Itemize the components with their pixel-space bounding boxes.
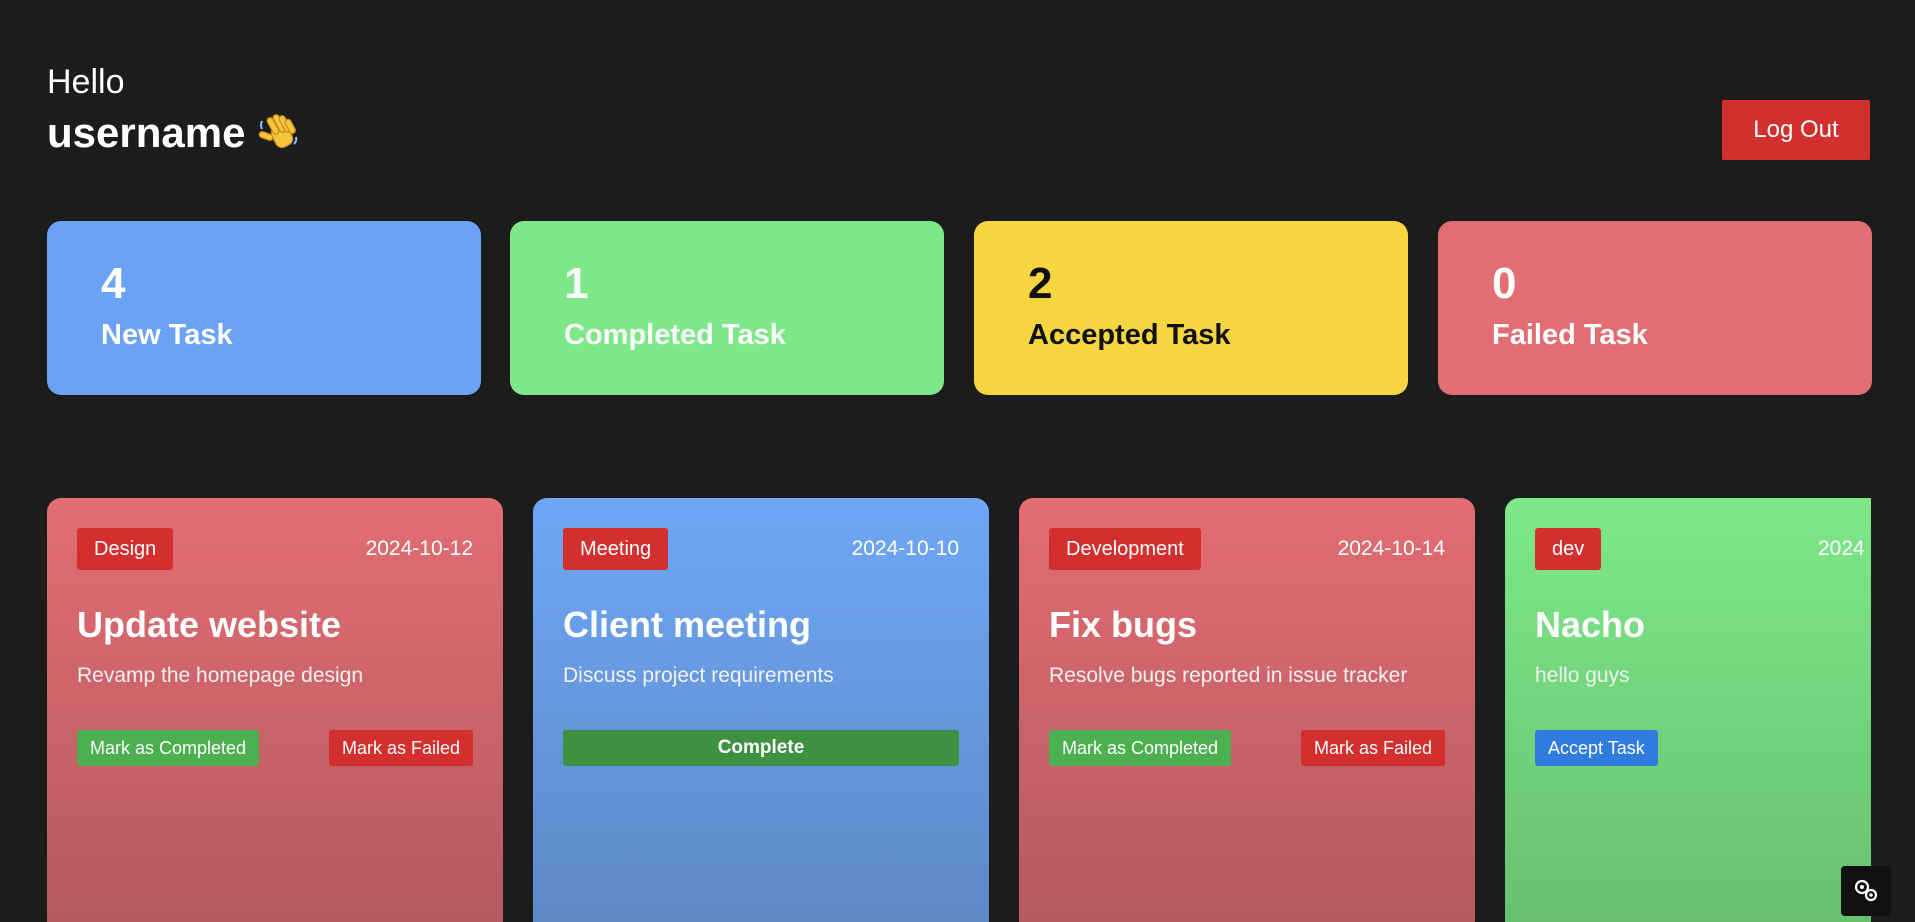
mark-completed-button[interactable]: Mark as Completed (77, 730, 260, 766)
stat-card-accepted-task: 2 Accepted Task (974, 221, 1408, 395)
employee-dashboard: Hello username Log Out 4 New Task 1 Comp… (0, 0, 1915, 922)
task-card-nacho: dev 2024 Nacho hello guys Accept Task (1505, 498, 1871, 922)
task-actions: Complete (563, 730, 959, 766)
task-header: Meeting 2024-10-10 (563, 528, 959, 570)
logout-button[interactable]: Log Out (1722, 100, 1870, 160)
task-card-client-meeting: Meeting 2024-10-10 Client meeting Discus… (533, 498, 989, 922)
task-title: Update website (77, 604, 342, 645)
username-row: username (47, 108, 301, 158)
task-description: Revamp the homepage design (77, 664, 364, 687)
task-title: Nacho (1535, 604, 1646, 645)
stat-label: New Task (101, 319, 233, 351)
stat-count: 1 (564, 259, 589, 308)
username-text: username (47, 109, 246, 156)
task-description: Resolve bugs reported in issue tracker (1049, 664, 1408, 687)
greeting: Hello username (47, 62, 301, 158)
complete-button[interactable]: Complete (563, 730, 959, 766)
category-badge: Design (77, 528, 174, 570)
stat-label: Accepted Task (1028, 319, 1231, 351)
category-badge: dev (1535, 528, 1602, 570)
task-actions: Accept Task (1535, 730, 1871, 766)
stat-label: Failed Task (1492, 319, 1648, 351)
task-header: dev 2024 (1535, 528, 1871, 570)
task-header: Development 2024-10-14 (1049, 528, 1445, 570)
category-badge: Development (1049, 528, 1201, 570)
stat-count: 4 (101, 259, 126, 308)
mark-failed-button[interactable]: Mark as Failed (328, 730, 473, 766)
task-title: Fix bugs (1049, 604, 1198, 645)
task-card-update-website: Design 2024-10-12 Update website Revamp … (47, 498, 503, 922)
task-description: Discuss project requirements (563, 664, 834, 687)
greeting-hello: Hello (47, 63, 125, 101)
stat-card-failed-task: 0 Failed Task (1438, 221, 1872, 395)
task-description: hello guys (1535, 664, 1630, 687)
stat-card-completed-task: 1 Completed Task (510, 221, 944, 395)
stat-card-new-task: 4 New Task (47, 221, 481, 395)
stat-count: 0 (1492, 259, 1517, 308)
waving-hand-icon (257, 111, 301, 155)
task-actions: Mark as Completed Mark as Failed (1049, 730, 1445, 766)
task-date: 2024 (1818, 537, 1865, 560)
mark-failed-button[interactable]: Mark as Failed (1300, 730, 1445, 766)
task-actions: Mark as Completed Mark as Failed (77, 730, 473, 766)
task-list[interactable]: Design 2024-10-12 Update website Revamp … (47, 498, 1871, 922)
task-header: Design 2024-10-12 (77, 528, 473, 570)
channel-watermark-icon (1841, 866, 1891, 916)
mark-completed-button[interactable]: Mark as Completed (1049, 730, 1232, 766)
stat-count: 2 (1028, 259, 1053, 308)
accept-task-button[interactable]: Accept Task (1535, 730, 1658, 766)
task-title: Client meeting (563, 604, 812, 645)
task-date: 2024-10-10 (851, 537, 959, 560)
category-badge: Meeting (563, 528, 669, 570)
stat-label: Completed Task (564, 319, 786, 351)
task-date: 2024-10-12 (365, 537, 473, 560)
task-date: 2024-10-14 (1337, 537, 1445, 560)
task-card-fix-bugs: Development 2024-10-14 Fix bugs Resolve … (1019, 498, 1475, 922)
